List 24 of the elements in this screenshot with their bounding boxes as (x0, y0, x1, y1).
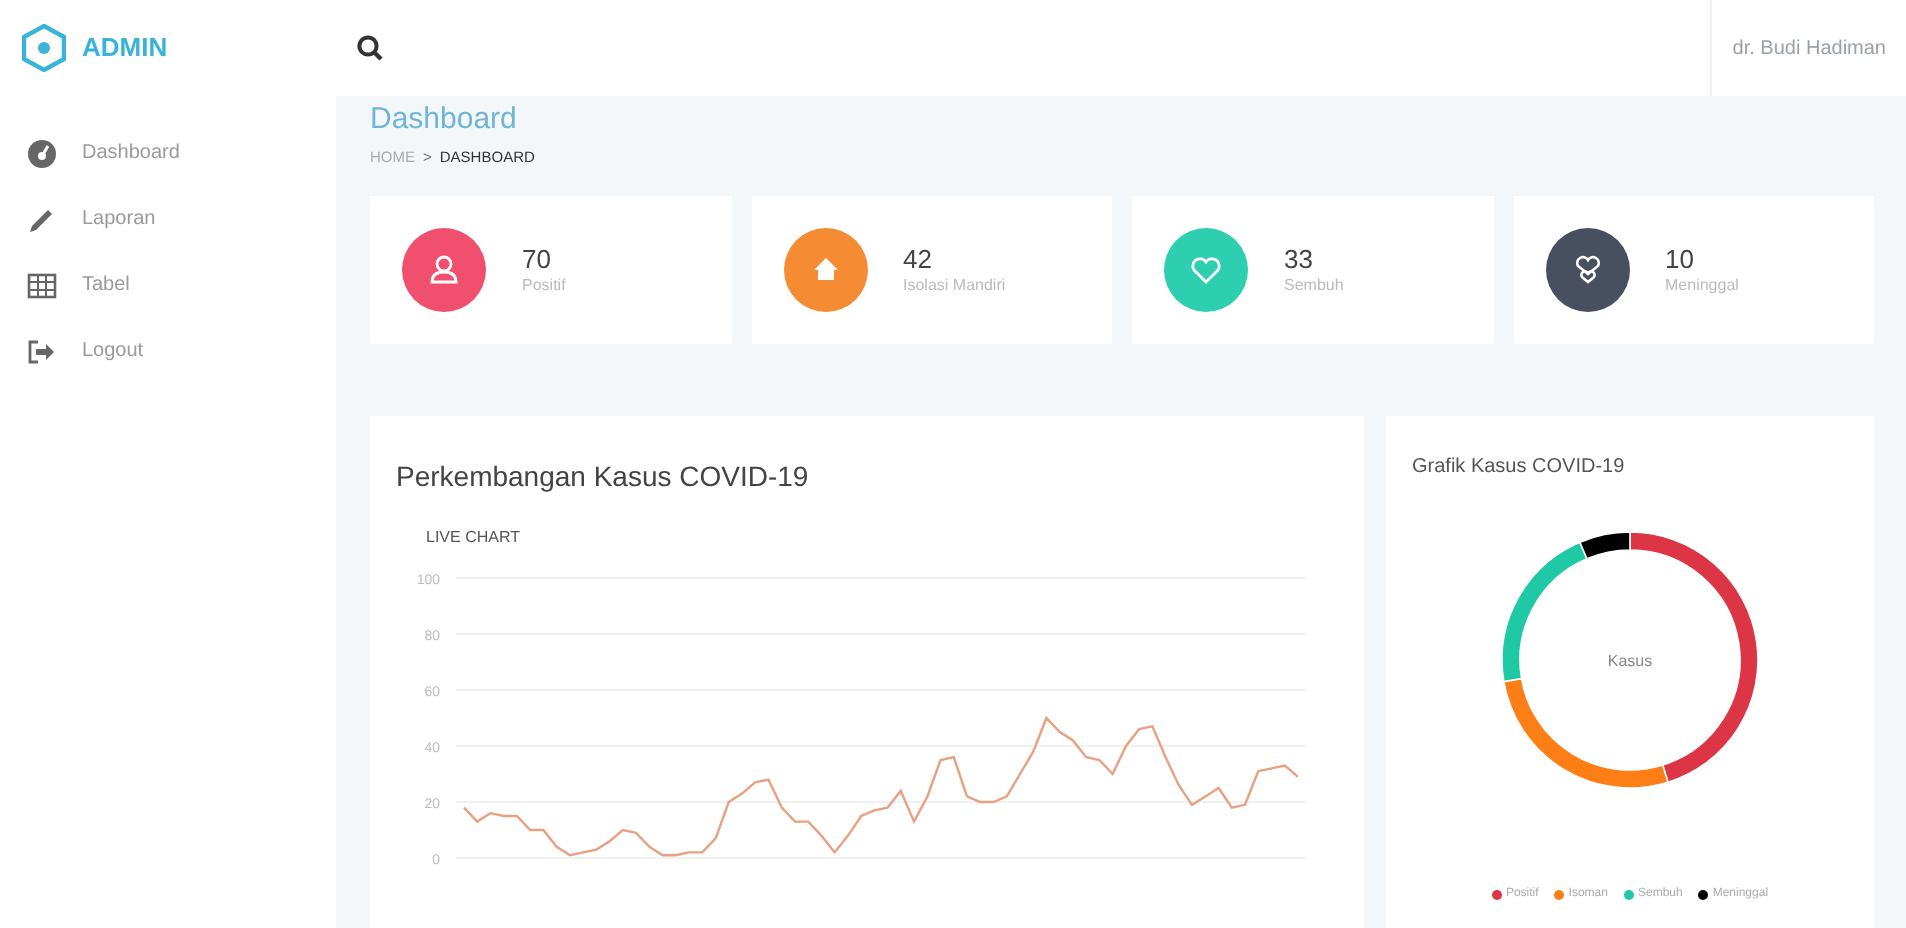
stat-value: 42 (903, 243, 934, 274)
table-icon (26, 269, 58, 301)
stat-value: 70 (522, 243, 553, 274)
dashboard-gauge-icon (26, 137, 58, 169)
card-title: Grafik Kasus COVID-19 (1412, 454, 1627, 483)
chart-title: LIVE CHART (426, 526, 522, 551)
sidebar-item[interactable]: Laporan (0, 186, 336, 252)
hexagon-logo-icon (22, 24, 66, 72)
brand-name: ADMIN (82, 30, 168, 67)
stat-label: Meninggal (1665, 273, 1739, 298)
search-button[interactable] (352, 30, 388, 66)
page-title: Dashboard (370, 102, 519, 138)
stat-label: Positif (522, 273, 566, 298)
user-name[interactable]: dr. Budi Hadiman (1732, 33, 1886, 63)
sidebar-item[interactable]: Dashboard (0, 120, 336, 186)
donut-center-label: Kasus (1607, 652, 1653, 671)
sidebar-item[interactable]: Tabel (0, 252, 336, 318)
stat-label: Isolasi Mandiri (903, 273, 1006, 298)
stat-value: 10 (1665, 243, 1696, 274)
logout-icon (26, 335, 58, 367)
card-title: Perkembangan Kasus COVID-19 (396, 458, 811, 497)
stat-value: 33 (1284, 243, 1315, 274)
sidebar-item[interactable]: Logout (0, 318, 336, 384)
stat-label: Sembuh (1284, 273, 1344, 298)
